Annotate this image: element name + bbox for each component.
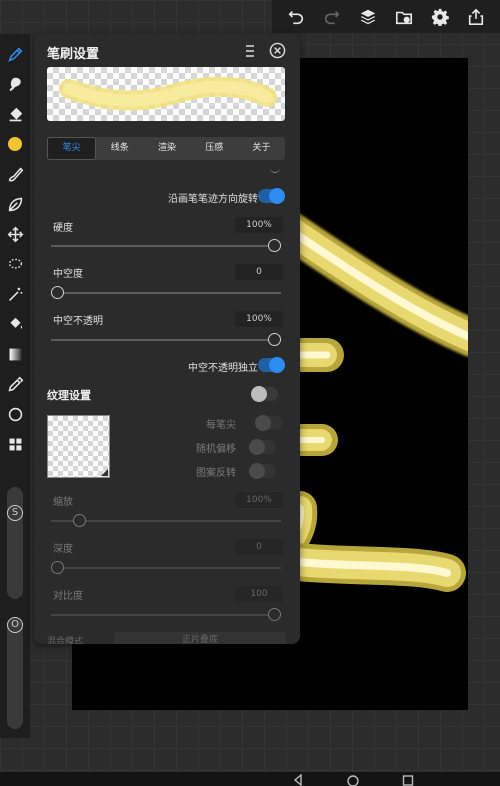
size-slider[interactable] <box>7 487 23 599</box>
tab-tip[interactable]: 笔尖 <box>47 137 97 160</box>
eyedropper-icon[interactable] <box>3 372 27 396</box>
toggle-knob <box>249 439 265 455</box>
per-tip-toggle[interactable] <box>255 415 282 431</box>
blend-mode-label: 混合模式 <box>47 637 84 644</box>
gallery-icon[interactable] <box>393 6 415 28</box>
opacity-slider[interactable] <box>7 617 23 729</box>
current-color-swatch <box>8 137 22 151</box>
texture-thumbnail[interactable] <box>47 415 110 478</box>
toggle-knob <box>251 386 267 402</box>
tab-about[interactable]: 关于 <box>238 137 285 160</box>
eraser-icon[interactable] <box>3 102 27 126</box>
layers-icon[interactable] <box>357 6 379 28</box>
share-icon[interactable] <box>465 6 487 28</box>
circle-icon[interactable] <box>3 402 27 426</box>
depth-value[interactable]: 0 <box>235 539 283 555</box>
slider-thumb[interactable] <box>268 333 281 346</box>
texture-section-label: 纹理设置 <box>47 389 91 402</box>
menu-icon[interactable] <box>243 44 257 58</box>
slider-thumb[interactable] <box>268 608 281 621</box>
toggle-knob <box>269 188 285 204</box>
hollow-opacity-independent-label: 中空不透明独立 <box>188 363 258 374</box>
hardness-slider[interactable] <box>51 239 281 252</box>
tab-render[interactable]: 渲染 <box>143 137 190 160</box>
lasso-icon[interactable] <box>3 252 27 276</box>
undo-icon[interactable] <box>285 6 307 28</box>
tab-stroke[interactable]: 线条 <box>96 137 143 160</box>
move-icon[interactable] <box>3 222 27 246</box>
home-icon[interactable] <box>347 774 359 786</box>
per-tip-label: 每笔尖 <box>206 420 236 431</box>
toggle-knob <box>255 415 271 431</box>
toggle-knob <box>269 357 285 373</box>
brush-settings-panel: 笔刷设置 笔尖 线条 渲染 压感 关于 沿画笔笔迹方向旋转 硬度 100% 中空… <box>34 34 300 644</box>
recents-icon[interactable] <box>402 774 414 786</box>
grid-icon[interactable] <box>3 432 27 456</box>
pattern-invert-toggle[interactable] <box>249 463 276 479</box>
hollow-opacity-value[interactable]: 100% <box>235 311 283 327</box>
scale-label: 缩放 <box>53 497 73 508</box>
contrast-slider[interactable] <box>51 608 281 621</box>
leaf-icon[interactable] <box>3 192 27 216</box>
texture-corner-icon <box>101 469 108 476</box>
blend-mode-select[interactable]: 正片叠底 <box>114 632 286 644</box>
scale-value[interactable]: 100% <box>235 492 283 508</box>
toggle-knob <box>249 463 265 479</box>
contrast-value[interactable]: 100 <box>235 586 283 602</box>
smudge-icon[interactable] <box>3 72 27 96</box>
redo-icon[interactable] <box>321 6 343 28</box>
slider-thumb[interactable] <box>51 286 64 299</box>
brush-library-icon[interactable] <box>3 162 27 186</box>
hollow-label: 中空度 <box>53 269 83 280</box>
scroll-indicator <box>270 167 280 173</box>
slider-thumb[interactable] <box>268 239 281 252</box>
brush-icon[interactable] <box>3 42 27 66</box>
random-offset-toggle[interactable] <box>249 439 276 455</box>
slider-thumb[interactable] <box>51 561 64 574</box>
hardness-label: 硬度 <box>53 223 73 234</box>
depth-label: 深度 <box>53 544 73 555</box>
hollow-opacity-slider[interactable] <box>51 333 281 346</box>
tab-pressure[interactable]: 压感 <box>191 137 238 160</box>
opacity-slider-knob[interactable]: O <box>7 617 23 633</box>
scale-slider[interactable] <box>51 514 281 527</box>
magic-wand-icon[interactable] <box>3 282 27 306</box>
rotate-along-stroke-label: 沿画笔笔迹方向旋转 <box>168 194 258 205</box>
slider-thumb[interactable] <box>72 514 86 527</box>
gradient-icon[interactable] <box>3 342 27 366</box>
panel-title: 笔刷设置 <box>47 47 100 62</box>
hardness-value[interactable]: 100% <box>235 217 283 233</box>
rotate-along-stroke-toggle[interactable] <box>258 188 285 204</box>
close-icon[interactable] <box>269 42 286 59</box>
hollow-opacity-independent-toggle[interactable] <box>258 357 285 373</box>
top-toolbar <box>272 0 500 33</box>
fill-icon[interactable] <box>3 312 27 336</box>
texture-toggle[interactable] <box>251 386 278 402</box>
brush-stroke-preview <box>47 67 285 121</box>
back-icon[interactable] <box>292 774 304 786</box>
gear-icon[interactable] <box>429 6 451 28</box>
pattern-invert-label: 图案反转 <box>196 468 236 479</box>
hollow-value[interactable]: 0 <box>235 264 283 280</box>
hollow-opacity-label: 中空不透明 <box>53 316 103 327</box>
preview-stroke <box>59 76 277 111</box>
color-icon[interactable] <box>3 132 27 156</box>
depth-slider[interactable] <box>51 561 281 574</box>
hollow-slider[interactable] <box>51 286 281 299</box>
random-offset-label: 随机偏移 <box>196 444 236 455</box>
brush-settings-tabs: 笔尖 线条 渲染 压感 关于 <box>47 137 285 160</box>
system-nav-bar <box>0 772 500 786</box>
tool-sidebar: S O <box>0 34 30 738</box>
size-slider-knob[interactable]: S <box>7 505 23 521</box>
contrast-label: 对比度 <box>53 591 83 602</box>
